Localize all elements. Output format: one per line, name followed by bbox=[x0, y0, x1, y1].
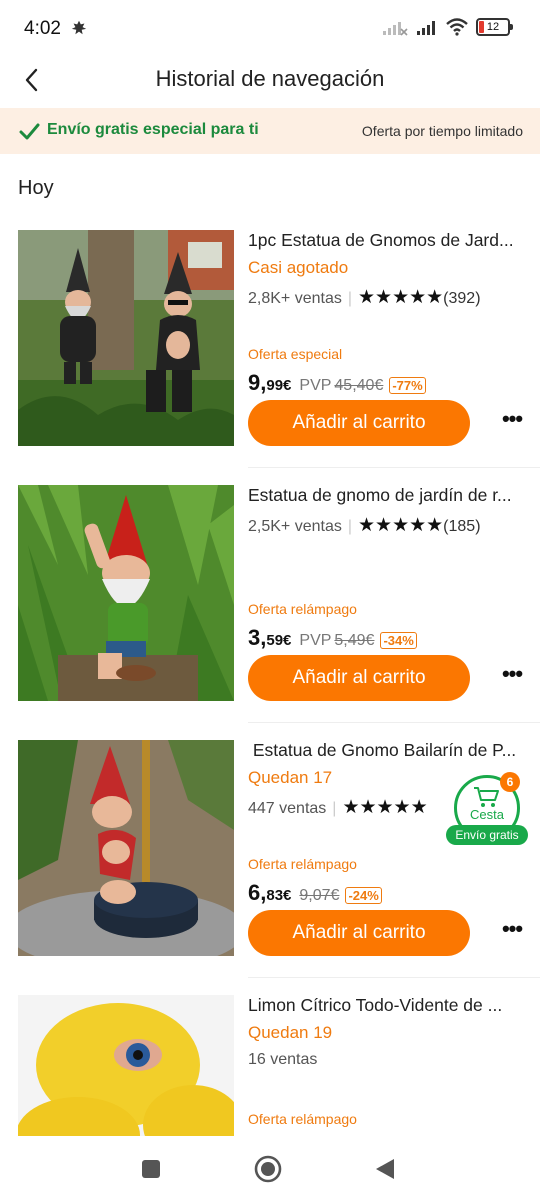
add-to-cart-button[interactable]: Añadir al carrito bbox=[248, 655, 470, 701]
divider bbox=[248, 467, 540, 468]
price-decimal: 99€ bbox=[266, 377, 292, 394]
sales-count: 2,5K+ ventas bbox=[248, 518, 342, 535]
pvp-label: PVP bbox=[299, 632, 332, 649]
product-card[interactable]: Estatua de gnomo de jardín de r... 2,5K+… bbox=[0, 485, 540, 740]
promo-free-shipping-text: Envío gratis especial para ti bbox=[47, 121, 259, 138]
sales-count: 447 ventas bbox=[248, 800, 327, 817]
promo-banner[interactable]: Envío gratis especial para ti Oferta por… bbox=[0, 108, 540, 154]
price-decimal: 59€ bbox=[266, 632, 292, 649]
product-image[interactable] bbox=[18, 230, 234, 446]
product-image[interactable] bbox=[18, 740, 234, 956]
price-decimal: 83€ bbox=[266, 887, 292, 904]
stock-status: Quedan 19 bbox=[248, 1023, 333, 1042]
header: Historial de navegación bbox=[0, 58, 540, 106]
product-image[interactable] bbox=[18, 995, 234, 1136]
original-price: 9,07€ bbox=[299, 887, 340, 904]
product-title[interactable]: Estatua de gnomo de jardín de r... bbox=[248, 485, 528, 506]
rating-count: (185) bbox=[443, 518, 481, 535]
add-to-cart-button[interactable]: Añadir al carrito bbox=[248, 910, 470, 956]
cart-count-badge: 6 bbox=[500, 772, 520, 792]
wifi-icon bbox=[446, 18, 468, 36]
price-integer: 6, bbox=[248, 880, 267, 905]
discount-badge: -77% bbox=[389, 377, 426, 394]
product-title[interactable]: 1pc Estatua de Gnomos de Jard... bbox=[248, 230, 528, 251]
pvp-label: PVP bbox=[299, 377, 332, 394]
system-nav-bar bbox=[0, 1136, 540, 1200]
section-title-today: Hoy bbox=[18, 177, 54, 199]
signal-icon bbox=[417, 21, 435, 35]
status-time: 4:02 bbox=[24, 18, 61, 39]
price-row: 9, 99€ PVP 45,40€ -77% bbox=[248, 370, 426, 396]
add-to-cart-button[interactable]: Añadir al carrito bbox=[248, 400, 470, 446]
more-options-button[interactable]: ••• bbox=[499, 918, 525, 945]
star-rating: ★★★★★ bbox=[342, 797, 428, 818]
home-circle-icon[interactable] bbox=[253, 1154, 283, 1184]
status-bar: 4:02 12 bbox=[0, 0, 540, 58]
stock-status: Quedan 17 bbox=[248, 768, 333, 787]
offer-label: Oferta relámpago bbox=[248, 601, 357, 617]
product-info: Limon Cítrico Todo-Vidente de ... Quedan… bbox=[248, 995, 528, 1136]
check-icon bbox=[19, 123, 40, 140]
product-title[interactable]: Estatua de Gnomo Bailarín de P... bbox=[248, 740, 528, 761]
product-info: 1pc Estatua de Gnomos de Jard... Casi ag… bbox=[248, 230, 528, 446]
cart-label: Cesta bbox=[470, 807, 504, 822]
star-rating: ★★★★★ bbox=[358, 515, 444, 536]
more-options-button[interactable]: ••• bbox=[499, 408, 525, 435]
free-shipping-badge: Envío gratis bbox=[446, 825, 528, 845]
leaf-icon bbox=[71, 20, 87, 35]
sales-row: 2,8K+ ventas | ★★★★★(392) bbox=[248, 287, 481, 308]
signal-off-icon bbox=[383, 22, 408, 36]
original-price: 45,40€ bbox=[334, 377, 384, 394]
offer-label: Oferta especial bbox=[248, 346, 343, 362]
promo-limited-offer-text: Oferta por tiempo limitado bbox=[361, 123, 523, 139]
product-info: Estatua de gnomo de jardín de r... 2,5K+… bbox=[248, 485, 528, 701]
sales-row: 447 ventas | ★★★★★ bbox=[248, 797, 428, 818]
price-integer: 9, bbox=[248, 370, 267, 395]
divider bbox=[248, 722, 540, 723]
back-triangle-icon[interactable] bbox=[370, 1154, 400, 1184]
rating-count: (392) bbox=[443, 290, 481, 307]
status-icons: 12 bbox=[382, 18, 513, 36]
price-row: 6, 83€ 9,07€ -24% bbox=[248, 880, 382, 906]
original-price: 5,49€ bbox=[334, 632, 375, 649]
shopping-cart-icon bbox=[474, 787, 499, 807]
recents-square-icon[interactable] bbox=[136, 1154, 166, 1184]
product-card[interactable]: Limon Cítrico Todo-Vidente de ... Quedan… bbox=[0, 995, 540, 1136]
star-rating: ★★★★★ bbox=[358, 287, 444, 308]
discount-badge: -24% bbox=[345, 887, 382, 904]
price-integer: 3, bbox=[248, 625, 267, 650]
battery-level: 12 bbox=[486, 21, 500, 33]
more-options-button[interactable]: ••• bbox=[499, 663, 525, 690]
product-title[interactable]: Limon Cítrico Todo-Vidente de ... bbox=[248, 995, 528, 1016]
product-image[interactable] bbox=[18, 485, 234, 701]
divider bbox=[248, 977, 540, 978]
offer-label: Oferta relámpago bbox=[248, 1111, 357, 1127]
floating-cart-button[interactable]: Cesta 6 Envío gratis bbox=[446, 772, 528, 848]
page-title: Historial de navegación bbox=[155, 66, 385, 91]
sales-row: 2,5K+ ventas | ★★★★★(185) bbox=[248, 515, 481, 536]
product-card[interactable]: 1pc Estatua de Gnomos de Jard... Casi ag… bbox=[0, 230, 540, 485]
battery-icon: 12 bbox=[476, 18, 513, 36]
price-row: 3, 59€ PVP 5,49€ -34% bbox=[248, 625, 417, 651]
discount-badge: -34% bbox=[380, 632, 417, 649]
stock-status: Casi agotado bbox=[248, 258, 349, 277]
sales-count: 2,8K+ ventas bbox=[248, 290, 342, 307]
sales-count: 16 ventas bbox=[248, 1051, 318, 1068]
offer-label: Oferta relámpago bbox=[248, 856, 357, 872]
